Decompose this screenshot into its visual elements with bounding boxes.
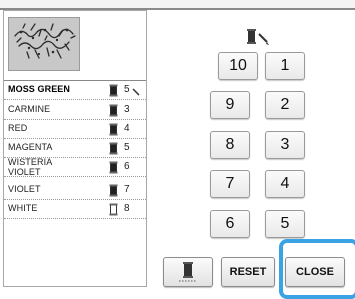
thread-name: RED	[8, 123, 28, 133]
keypad-button-6[interactable]: 6	[210, 210, 250, 238]
thread-number: 7	[124, 184, 130, 195]
spool-settings-button[interactable]	[163, 257, 213, 287]
top-bar	[0, 0, 355, 10]
keypad-button-8[interactable]: 8	[210, 131, 250, 159]
thread-number: 8	[124, 203, 130, 214]
keypad-button-3[interactable]: 3	[265, 131, 305, 159]
keypad-button-9[interactable]: 9	[210, 91, 250, 119]
thread-row: CARMINE 3	[4, 101, 146, 120]
thread-row: MAGENTA 5	[4, 139, 146, 158]
keypad-button-2[interactable]: 2	[265, 91, 305, 119]
spool-settings-icon	[179, 262, 197, 282]
thread-number: 4	[124, 123, 130, 134]
thread-name: MAGENTA	[8, 142, 53, 152]
thread-name: MOSS GREEN	[8, 84, 71, 94]
thread-spool-icon	[109, 142, 118, 155]
thread-spool-icon	[109, 161, 118, 174]
thread-name: VIOLET	[8, 184, 41, 194]
spool-pencil-icon	[247, 29, 269, 45]
thread-row: WISTERIA VIOLET 6	[4, 157, 146, 177]
thread-spool-icon	[109, 104, 118, 117]
keypad-button-7[interactable]: 7	[210, 170, 250, 198]
thread-row: MOSS GREEN 5	[4, 81, 146, 100]
thread-name: CARMINE	[8, 104, 51, 114]
keypad-button-4[interactable]: 4	[265, 170, 305, 198]
thread-number: 5	[124, 142, 130, 153]
thread-name: WHITE	[8, 203, 38, 213]
thread-spool-icon	[109, 203, 118, 216]
keypad-button-5[interactable]: 5	[265, 210, 305, 238]
embroidery-preview-icon	[14, 23, 76, 59]
thread-name: WISTERIA VIOLET	[8, 157, 52, 177]
thread-row: RED 4	[4, 120, 146, 139]
thread-number-screen: MOSS GREEN 5 CARMINE 3 RED 4 MAGENTA 5 WISTERIA …	[0, 0, 355, 299]
thread-number: 5	[124, 84, 130, 95]
close-button-highlight	[279, 239, 355, 299]
thread-number: 3	[124, 104, 130, 115]
thread-spool-icon	[109, 184, 118, 197]
thread-spool-icon	[109, 123, 118, 136]
keypad-button-10[interactable]: 10	[218, 52, 258, 80]
pencil-icon	[132, 88, 140, 96]
thread-row: WHITE 8	[4, 200, 146, 219]
reset-button[interactable]: RESET	[221, 257, 275, 287]
pattern-preview	[8, 17, 80, 71]
thread-spool-icon	[109, 84, 118, 97]
thread-row: VIOLET 7	[4, 181, 146, 200]
thread-number: 6	[124, 161, 130, 172]
keypad-button-1[interactable]: 1	[265, 52, 305, 80]
